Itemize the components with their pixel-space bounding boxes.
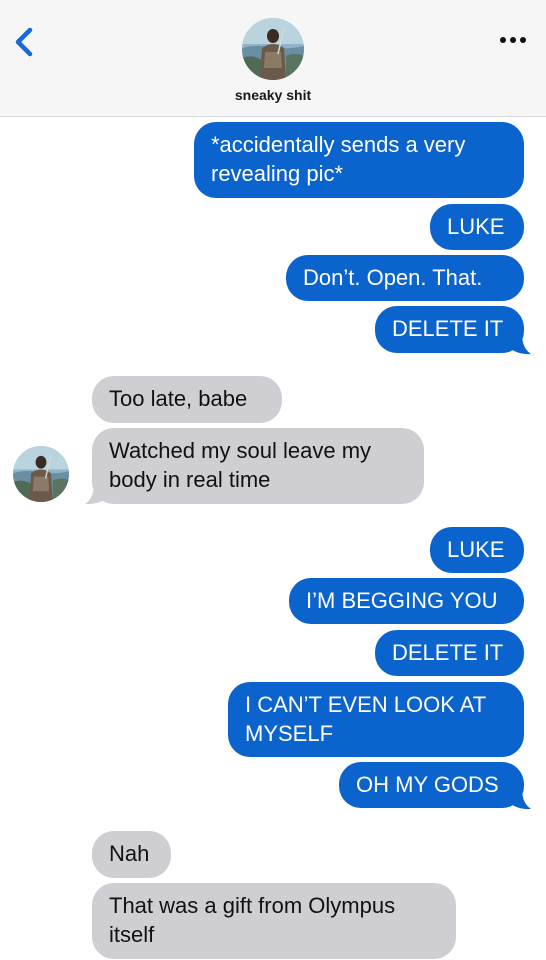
contact-avatar[interactable] bbox=[242, 18, 304, 80]
message-bubble-outgoing[interactable]: I’M BEGGING YOU bbox=[289, 578, 524, 624]
message-bubble-incoming[interactable]: That was a gift from Olympus itself bbox=[92, 883, 456, 959]
message-bubble-outgoing[interactable]: I CAN’T EVEN LOOK AT MYSELF bbox=[228, 682, 524, 757]
message-bubble-incoming[interactable]: Too late, babe bbox=[92, 376, 282, 423]
message-bubble-outgoing[interactable]: DELETE IT bbox=[375, 306, 524, 353]
message-bubble-outgoing[interactable]: DELETE IT bbox=[375, 630, 524, 676]
bubble-tail bbox=[85, 484, 108, 505]
message-bubble-outgoing[interactable]: LUKE bbox=[430, 204, 524, 250]
conversation-header: sneaky shit bbox=[0, 0, 546, 117]
message-bubble-outgoing[interactable]: OH MY GODS bbox=[339, 762, 524, 808]
message-bubble-outgoing[interactable]: Don’t. Open. That. bbox=[286, 255, 524, 301]
bubble-tail bbox=[508, 334, 531, 355]
message-bubble-incoming[interactable]: Nah bbox=[92, 831, 171, 878]
message-bubble-outgoing[interactable]: *accidentally sends a very revealing pic… bbox=[194, 122, 524, 198]
bubble-tail bbox=[508, 789, 531, 810]
message-bubble-incoming[interactable]: Watched my soul leave my body in real ti… bbox=[92, 428, 424, 504]
chevron-left-icon[interactable] bbox=[8, 24, 40, 60]
sender-avatar[interactable] bbox=[13, 446, 69, 502]
ellipsis-icon[interactable] bbox=[498, 30, 528, 50]
contact-name[interactable]: sneaky shit bbox=[0, 87, 546, 103]
message-bubble-outgoing[interactable]: LUKE bbox=[430, 527, 524, 573]
